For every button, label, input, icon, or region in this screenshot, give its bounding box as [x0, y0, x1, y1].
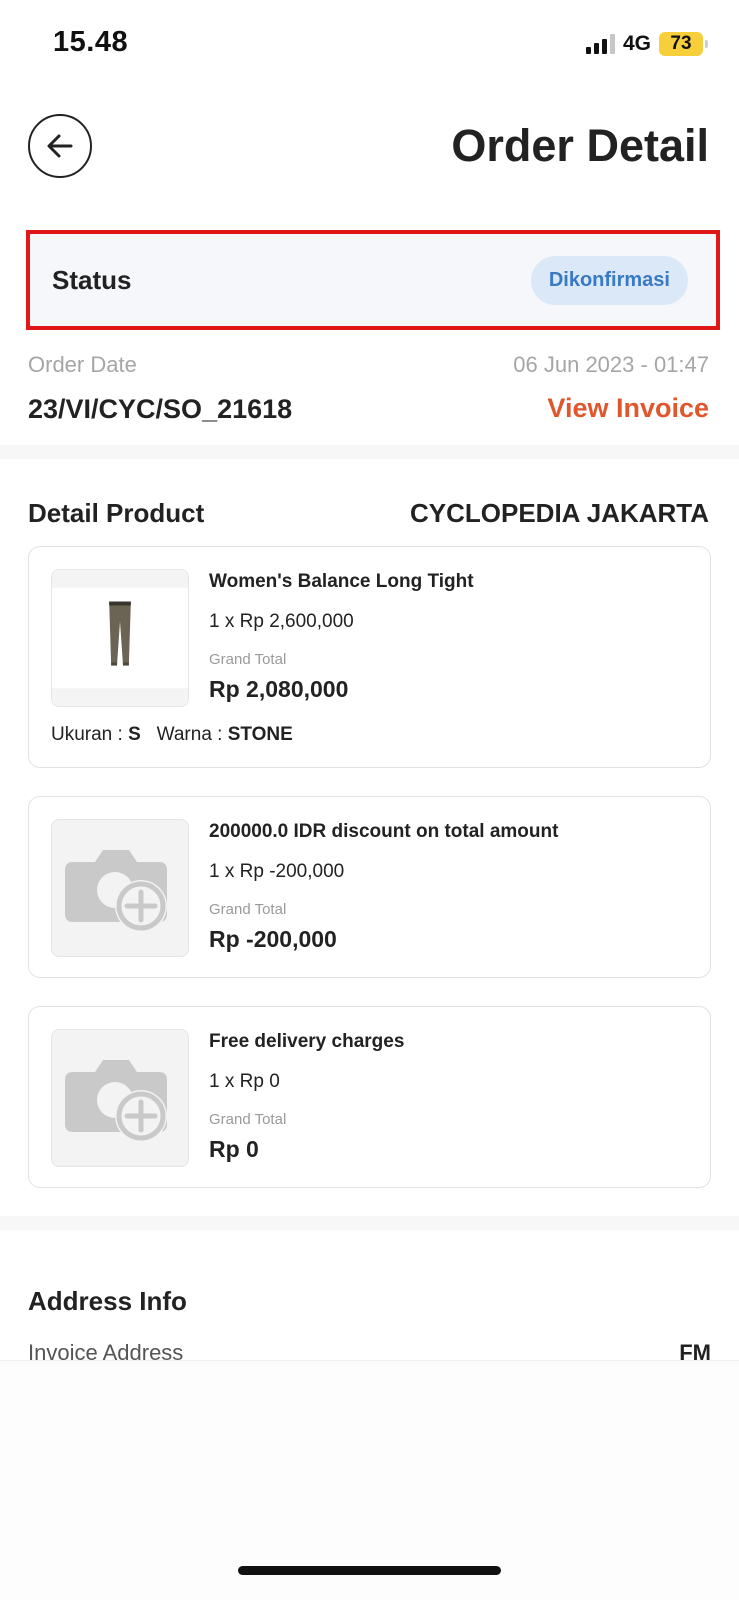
camera-add-icon	[65, 1060, 167, 1142]
item-name: Free delivery charges	[209, 1031, 405, 1052]
product-image	[51, 569, 189, 707]
color-label: Warna :	[156, 724, 228, 745]
size-value: S	[128, 724, 141, 745]
item-name: 200000.0 IDR discount on total amount	[209, 821, 559, 842]
network-type: 4G	[622, 32, 651, 55]
invoice-address-label: Invoice Address	[28, 1340, 184, 1360]
store-name: CYCLOPEDIA JAKARTA	[409, 498, 709, 528]
item-quantity-price: 1 x Rp 2,600,000	[209, 611, 354, 632]
product-card[interactable]: Free delivery charges 1 x Rp 0 Grand Tot…	[28, 1006, 711, 1188]
item-quantity-price: 1 x Rp 0	[209, 1071, 280, 1092]
arrow-left-icon	[47, 134, 73, 158]
invoice-address-row: Invoice Address FM	[28, 1330, 711, 1360]
home-indicator[interactable]	[238, 1566, 501, 1575]
status-badge: Dikonfirmasi	[530, 255, 688, 305]
status-bar: 15.48 4G 73	[0, 0, 739, 90]
status-label: Status	[52, 264, 132, 295]
order-number: 23/VI/CYC/SO_21618	[28, 394, 293, 424]
clock-time: 15.48	[53, 26, 129, 58]
battery-icon: 73	[659, 32, 708, 56]
grand-total-value: Rp 0	[209, 1136, 259, 1162]
grand-total-label: Grand Total	[209, 1111, 287, 1128]
status-row: Status Dikonfirmasi	[26, 230, 720, 330]
page-title: Order Detail	[451, 120, 709, 171]
grand-total-label: Grand Total	[209, 901, 287, 918]
placeholder-image	[51, 1029, 189, 1167]
view-invoice-link[interactable]: View Invoice	[547, 393, 709, 424]
detail-product-title: Detail Product	[28, 498, 205, 528]
back-button[interactable]	[28, 114, 92, 178]
grand-total-value: Rp -200,000	[209, 926, 337, 952]
address-info-title: Address Info	[28, 1286, 187, 1316]
placeholder-image	[51, 819, 189, 957]
invoice-address-value: FM	[679, 1340, 711, 1360]
grand-total-label: Grand Total	[209, 651, 287, 668]
item-quantity-price: 1 x Rp -200,000	[209, 861, 345, 882]
section-divider	[0, 1216, 739, 1230]
order-date-value: 06 Jun 2023 - 01:47	[513, 352, 709, 377]
product-card[interactable]: Women's Balance Long Tight 1 x Rp 2,600,…	[28, 546, 711, 768]
item-variant: Ukuran : S Warna : STONE	[51, 724, 293, 746]
order-date-label: Order Date	[28, 352, 137, 377]
size-label: Ukuran :	[51, 724, 129, 745]
product-card[interactable]: 200000.0 IDR discount on total amount 1 …	[28, 796, 711, 978]
camera-add-icon	[65, 850, 167, 932]
signal-icon	[585, 34, 615, 54]
item-name: Women's Balance Long Tight	[209, 571, 474, 592]
section-divider	[0, 445, 739, 459]
bottom-sheet	[0, 1360, 739, 1600]
color-value: STONE	[227, 724, 293, 745]
status-indicators: 4G 73	[585, 30, 708, 58]
battery-level: 73	[670, 33, 692, 54]
leggings-image	[52, 570, 188, 706]
grand-total-value: Rp 2,080,000	[209, 676, 349, 702]
